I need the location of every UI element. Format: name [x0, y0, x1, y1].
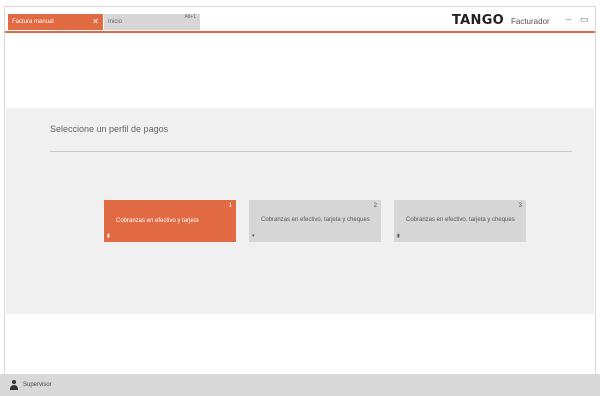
restore-icon[interactable]: ▭	[580, 14, 589, 25]
card-label: Cobranzas en efectivo, tarjeta y cheques	[406, 217, 515, 223]
title-divider	[50, 151, 572, 152]
app-name: Facturador	[511, 17, 550, 26]
current-user[interactable]: Supervisor	[23, 382, 52, 388]
card-marker-icon: ▾	[252, 233, 255, 239]
status-bar: Supervisor	[0, 374, 600, 396]
card-marker-icon: ▮	[107, 233, 110, 239]
tab-label: Inicio	[108, 19, 123, 25]
payment-profile-card-2[interactable]: 2 Cobranzas en efectivo, tarjeta y chequ…	[249, 200, 381, 242]
title-bar: Factura manual ✕ Inicio Alt+1 TANGO Fact…	[5, 7, 595, 31]
panel-title: Seleccione un perfil de pagos	[50, 124, 169, 134]
minimize-icon[interactable]: –	[566, 14, 571, 24]
card-number: 1	[228, 203, 232, 209]
card-marker-icon: ▮	[397, 233, 400, 239]
card-number: 2	[373, 203, 377, 209]
payment-profile-panel: Seleccione un perfil de pagos 1 Cobranza…	[6, 108, 594, 314]
tab-inicio[interactable]: Inicio Alt+1	[104, 14, 200, 30]
user-icon	[9, 380, 19, 390]
tab-factura-manual[interactable]: Factura manual ✕	[8, 14, 103, 30]
card-number: 3	[518, 203, 522, 209]
tab-shortcut: Alt+1	[184, 14, 196, 20]
payment-profile-card-1[interactable]: 1 Cobranzas en efectivo y tarjeta ▮	[104, 200, 236, 242]
close-tab-icon[interactable]: ✕	[92, 14, 99, 30]
accent-divider	[5, 31, 595, 33]
tab-label: Factura manual	[12, 19, 54, 25]
payment-profile-card-3[interactable]: 3 Cobranzas en efectivo, tarjeta y chequ…	[394, 200, 526, 242]
card-label: Cobranzas en efectivo y tarjeta	[116, 218, 199, 224]
card-label: Cobranzas en efectivo, tarjeta y cheques	[261, 217, 370, 223]
brand-logo: TANGO	[452, 13, 505, 28]
